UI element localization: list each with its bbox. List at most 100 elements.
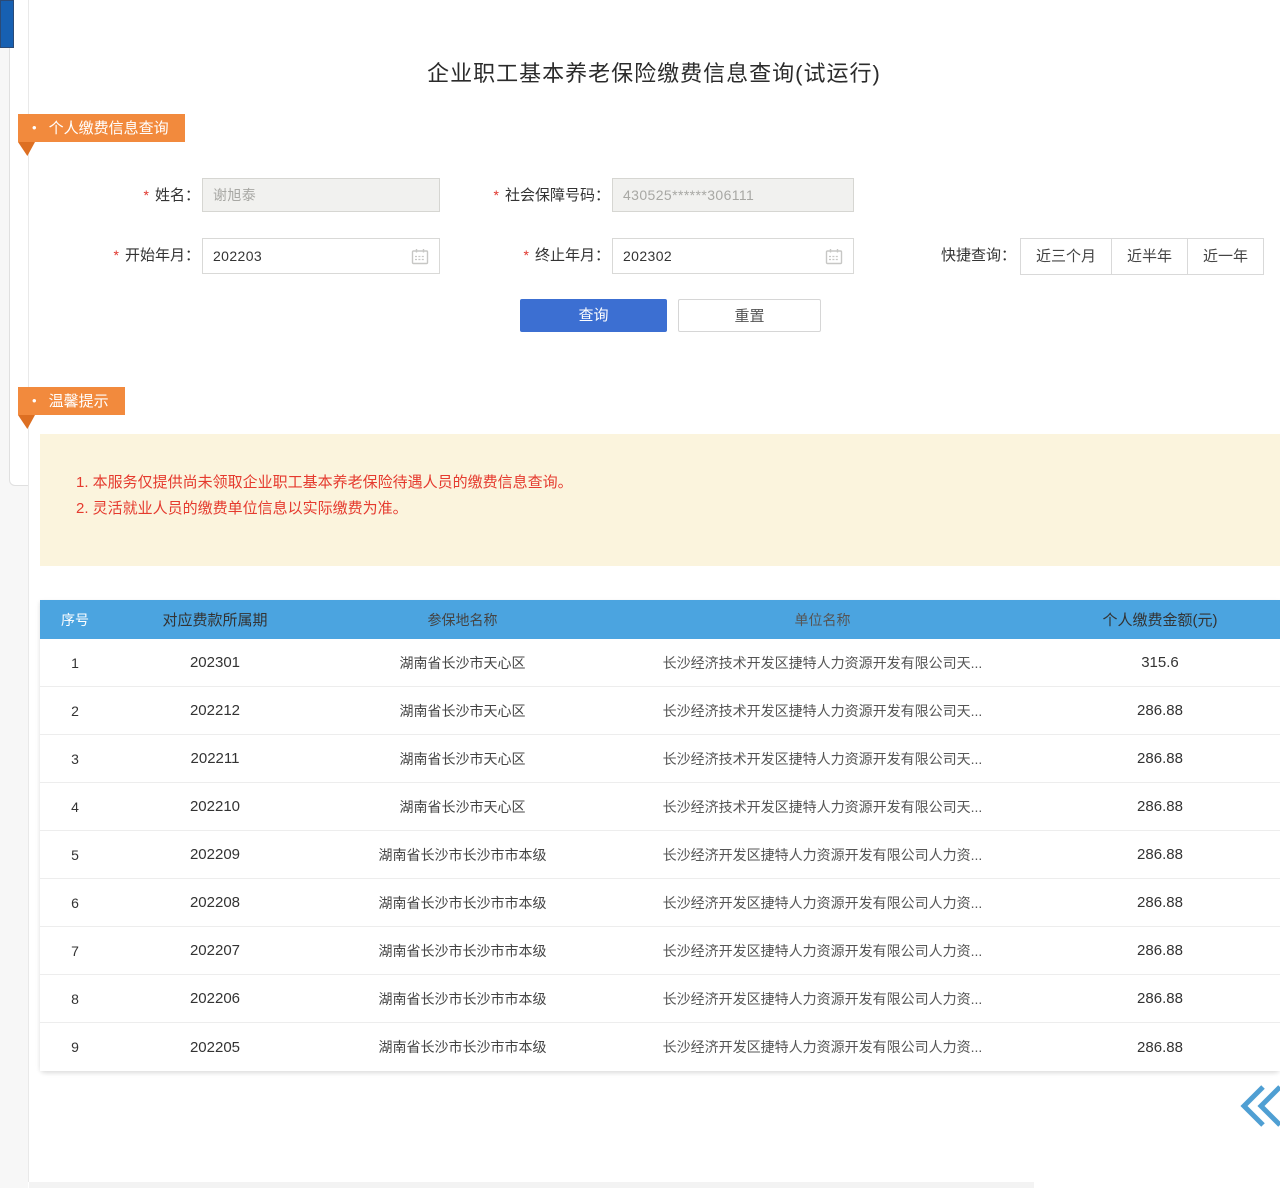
section-tag-label: 温馨提示 <box>49 393 109 410</box>
table-cell: 7 <box>40 943 110 959</box>
label-text: 终止年月： <box>535 247 610 264</box>
table-cell: 286.88 <box>1040 894 1280 911</box>
tips-line: 2. 灵活就业人员的缴费单位信息以实际缴费为准。 <box>76 496 1260 522</box>
ssn-value: 430525******306111 <box>623 187 843 203</box>
col-header-seq: 序号 <box>40 610 110 630</box>
table-cell: 湖南省长沙市长沙市市本级 <box>320 893 605 913</box>
start-month-label: * 开始年月： <box>60 238 200 272</box>
content-left-border <box>28 0 29 1182</box>
table-cell: 202212 <box>110 702 320 719</box>
quick-btn-last-3-months[interactable]: 近三个月 <box>1020 238 1112 275</box>
table-cell: 6 <box>40 895 110 911</box>
end-month-label: * 终止年月： <box>430 238 610 272</box>
table-row: 8202206湖南省长沙市长沙市市本级长沙经济开发区捷特人力资源开发有限公司人力… <box>40 975 1280 1023</box>
table-cell: 长沙经济开发区捷特人力资源开发有限公司人力资... <box>605 941 1040 961</box>
table-cell: 286.88 <box>1040 798 1280 815</box>
reset-button[interactable]: 重置 <box>678 299 821 332</box>
table-header-row: 序号 对应费款所属期 参保地名称 单位名称 个人缴费金额(元) <box>40 600 1280 639</box>
section-tag-tips: • 温馨提示 <box>18 387 125 415</box>
table-row: 5202209湖南省长沙市长沙市市本级长沙经济开发区捷特人力资源开发有限公司人力… <box>40 831 1280 879</box>
table-cell: 8 <box>40 991 110 1007</box>
quick-query-group: 近三个月 近半年 近一年 <box>1021 238 1264 275</box>
name-value: 谢旭泰 <box>213 185 429 205</box>
calendar-icon[interactable] <box>825 248 843 265</box>
table-row: 1202301湖南省长沙市天心区长沙经济技术开发区捷特人力资源开发有限公司天..… <box>40 639 1280 687</box>
label-text: 社会保障号码： <box>505 187 610 204</box>
section-tag-label: 个人缴费信息查询 <box>49 120 169 137</box>
table-cell: 286.88 <box>1040 1039 1280 1056</box>
table-row: 6202208湖南省长沙市长沙市市本级长沙经济开发区捷特人力资源开发有限公司人力… <box>40 879 1280 927</box>
table-cell: 202209 <box>110 846 320 863</box>
col-header-place: 参保地名称 <box>320 610 605 630</box>
col-header-period: 对应费款所属期 <box>110 609 320 630</box>
bullet-icon: • <box>32 393 37 408</box>
quick-btn-last-half-year[interactable]: 近半年 <box>1111 238 1188 275</box>
table-cell: 长沙经济技术开发区捷特人力资源开发有限公司天... <box>605 749 1040 769</box>
table-cell: 长沙经济开发区捷特人力资源开发有限公司人力资... <box>605 1037 1040 1057</box>
table-cell: 长沙经济开发区捷特人力资源开发有限公司人力资... <box>605 845 1040 865</box>
tips-notice-box: 1. 本服务仅提供尚未领取企业职工基本养老保险待遇人员的缴费信息查询。 2. 灵… <box>40 434 1280 566</box>
start-month-input[interactable]: 202203 <box>202 238 440 274</box>
table-cell: 4 <box>40 799 110 815</box>
table-cell: 湖南省长沙市长沙市市本级 <box>320 941 605 961</box>
table-cell: 202301 <box>110 654 320 671</box>
page-title: 企业职工基本养老保险缴费信息查询(试运行) <box>28 56 1280 88</box>
table-cell: 286.88 <box>1040 990 1280 1007</box>
table-cell: 315.6 <box>1040 654 1280 671</box>
table-cell: 湖南省长沙市天心区 <box>320 797 605 817</box>
section-tag-personal-query: • 个人缴费信息查询 <box>18 114 185 142</box>
table-cell: 长沙经济技术开发区捷特人力资源开发有限公司天... <box>605 701 1040 721</box>
table-cell: 202211 <box>110 750 320 767</box>
quick-query-label: 快捷查询： <box>928 238 1016 274</box>
table-cell: 286.88 <box>1040 702 1280 719</box>
table-row: 3202211湖南省长沙市天心区长沙经济技术开发区捷特人力资源开发有限公司天..… <box>40 735 1280 783</box>
label-text: 姓名： <box>155 187 200 204</box>
name-field: 谢旭泰 <box>202 178 440 212</box>
label-text: 开始年月： <box>125 247 200 264</box>
calendar-icon[interactable] <box>411 248 429 265</box>
table-cell: 湖南省长沙市长沙市市本级 <box>320 1037 605 1057</box>
table-cell: 202205 <box>110 1039 320 1056</box>
name-label: * 姓名： <box>60 178 200 212</box>
col-header-company: 单位名称 <box>605 610 1040 630</box>
tips-line: 1. 本服务仅提供尚未领取企业职工基本养老保险待遇人员的缴费信息查询。 <box>76 470 1260 496</box>
required-asterisk: * <box>494 187 499 203</box>
table-cell: 2 <box>40 703 110 719</box>
bullet-icon: • <box>32 120 37 135</box>
required-asterisk: * <box>524 247 529 263</box>
ssn-field: 430525******306111 <box>612 178 854 212</box>
query-button[interactable]: 查询 <box>520 299 667 332</box>
table-cell: 湖南省长沙市长沙市市本级 <box>320 845 605 865</box>
required-asterisk: * <box>114 247 119 263</box>
table-row: 2202212湖南省长沙市天心区长沙经济技术开发区捷特人力资源开发有限公司天..… <box>40 687 1280 735</box>
table-body: 1202301湖南省长沙市天心区长沙经济技术开发区捷特人力资源开发有限公司天..… <box>40 639 1280 1071</box>
ssn-label: * 社会保障号码： <box>430 178 610 212</box>
collapse-double-chevron-icon[interactable] <box>1236 1083 1280 1129</box>
table-cell: 长沙经济技术开发区捷特人力资源开发有限公司天... <box>605 797 1040 817</box>
table-cell: 286.88 <box>1040 942 1280 959</box>
start-month-value: 202203 <box>213 248 411 264</box>
table-cell: 202207 <box>110 942 320 959</box>
table-cell: 长沙经济开发区捷特人力资源开发有限公司人力资... <box>605 989 1040 1009</box>
table-row: 4202210湖南省长沙市天心区长沙经济技术开发区捷特人力资源开发有限公司天..… <box>40 783 1280 831</box>
table-row: 7202207湖南省长沙市长沙市市本级长沙经济开发区捷特人力资源开发有限公司人力… <box>40 927 1280 975</box>
bottom-strip <box>29 1182 1034 1188</box>
quick-btn-last-year[interactable]: 近一年 <box>1187 238 1264 275</box>
end-month-input[interactable]: 202302 <box>612 238 854 274</box>
table-cell: 湖南省长沙市长沙市市本级 <box>320 989 605 1009</box>
table-cell: 湖南省长沙市天心区 <box>320 701 605 721</box>
table-cell: 湖南省长沙市天心区 <box>320 653 605 673</box>
table-cell: 长沙经济开发区捷特人力资源开发有限公司人力资... <box>605 893 1040 913</box>
table-cell: 202208 <box>110 894 320 911</box>
required-asterisk: * <box>144 187 149 203</box>
table-cell: 湖南省长沙市天心区 <box>320 749 605 769</box>
table-cell: 286.88 <box>1040 750 1280 767</box>
sidebar-toggle-block[interactable] <box>0 0 14 48</box>
table-cell: 1 <box>40 655 110 671</box>
table-cell: 长沙经济技术开发区捷特人力资源开发有限公司天... <box>605 653 1040 673</box>
table-cell: 3 <box>40 751 110 767</box>
table-cell: 202210 <box>110 798 320 815</box>
results-table: 序号 对应费款所属期 参保地名称 单位名称 个人缴费金额(元) 1202301湖… <box>40 600 1280 1071</box>
table-cell: 9 <box>40 1039 110 1055</box>
table-cell: 202206 <box>110 990 320 1007</box>
